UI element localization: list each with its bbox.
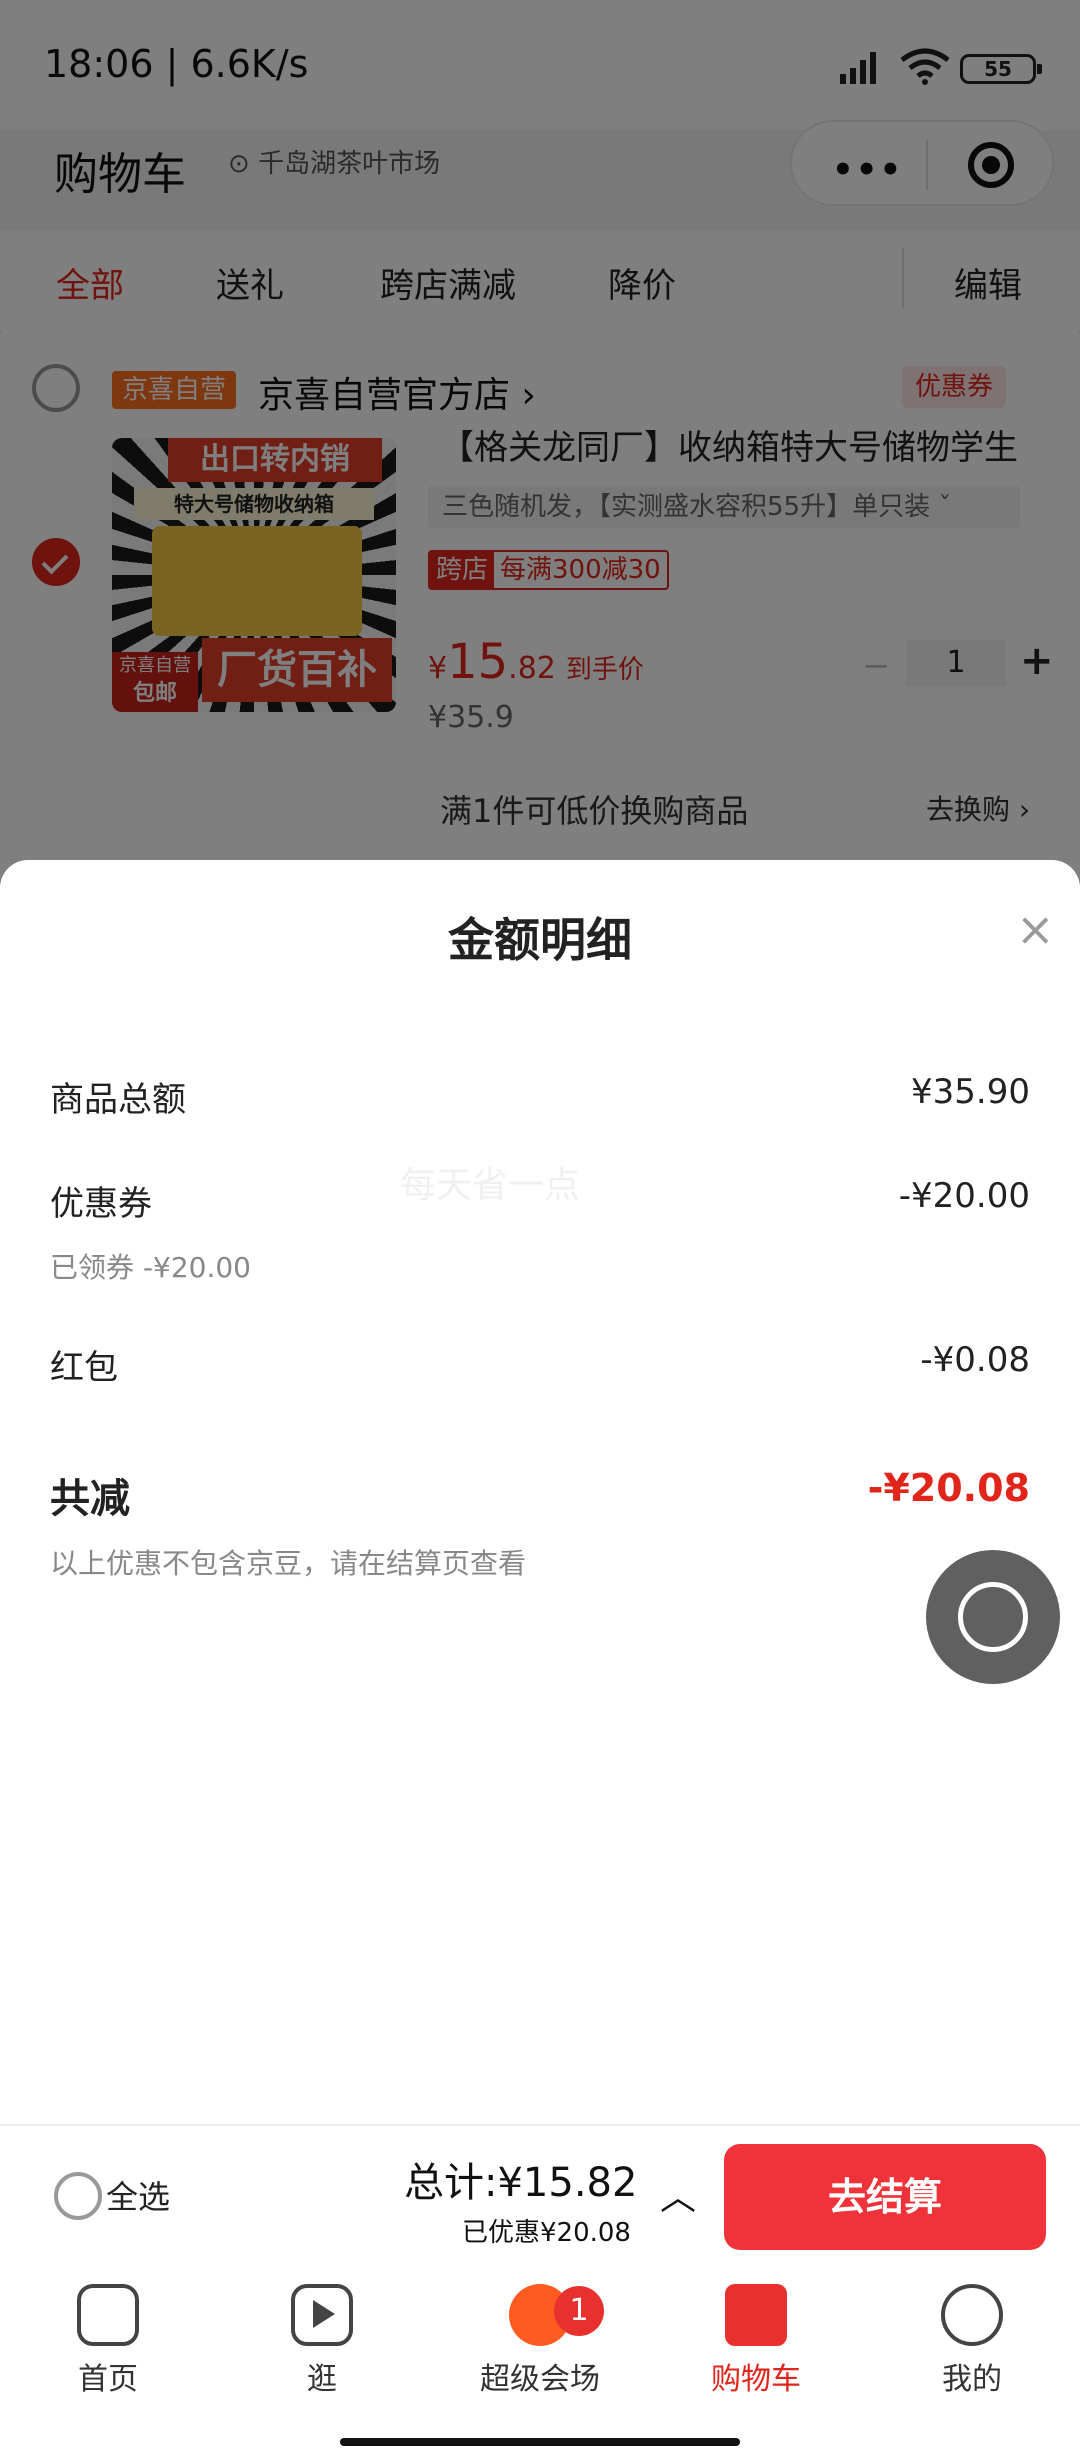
cart-total: 总计:¥15.82 (404, 2160, 638, 2206)
total-discount-label: 共减 (50, 1476, 130, 1522)
goods-total-label: 商品总额 (50, 1080, 186, 1120)
watermark-text: 每天省一点 (400, 1165, 581, 1206)
smiley-icon (941, 2284, 1003, 2346)
nav-home[interactable]: 首页 (8, 2284, 208, 2398)
cart-icon (725, 2284, 787, 2346)
select-all-label[interactable]: 全选 (106, 2172, 170, 2218)
discount-note: 以上优惠不包含京豆，请在结算页查看 (50, 1547, 527, 1580)
coupon-label: 优惠券 (50, 1184, 152, 1224)
notification-badge: 1 (554, 2286, 604, 2336)
coupon-value: -¥20.00 (898, 1176, 1030, 1216)
nav-label: 购物车 (711, 2362, 801, 2397)
sheet-title: 金额明细 (448, 913, 632, 967)
coupon-sub-text: 已领券 -¥20.00 (50, 1251, 251, 1284)
goods-total-value: ¥35.90 (911, 1072, 1030, 1112)
play-icon (291, 2284, 353, 2346)
select-all-checkbox[interactable] (54, 2172, 102, 2220)
total-discount-value: -¥20.08 (867, 1466, 1030, 1510)
saved-amount: 已优惠¥20.08 (462, 2218, 631, 2248)
nav-cart[interactable]: 购物车 (656, 2284, 856, 2398)
nav-label: 超级会场 (480, 2362, 600, 2397)
red-packet-label: 红包 (50, 1348, 118, 1388)
red-packet-value: -¥0.08 (920, 1340, 1030, 1380)
chevron-up-icon[interactable]: ︿ (660, 2168, 696, 2220)
bottom-nav: 首页 逛 超级会场 1 购物车 我的 (0, 2266, 1080, 2460)
nav-mine[interactable]: 我的 (872, 2284, 1072, 2398)
checkout-bar: 全选 总计:¥15.82 已优惠¥20.08 ︿ 去结算 (0, 2124, 1080, 2268)
nav-label: 首页 (78, 2362, 138, 2397)
nav-label: 逛 (307, 2362, 337, 2397)
nav-browse[interactable]: 逛 (222, 2284, 422, 2398)
nav-label: 我的 (942, 2362, 1002, 2397)
close-icon[interactable]: × (1016, 902, 1055, 956)
home-icon (77, 2284, 139, 2346)
nav-super-venue[interactable]: 超级会场 (440, 2284, 640, 2398)
home-indicator[interactable] (340, 2438, 740, 2446)
checkout-button[interactable]: 去结算 (724, 2144, 1046, 2250)
floating-assistive-button[interactable] (926, 1550, 1060, 1684)
